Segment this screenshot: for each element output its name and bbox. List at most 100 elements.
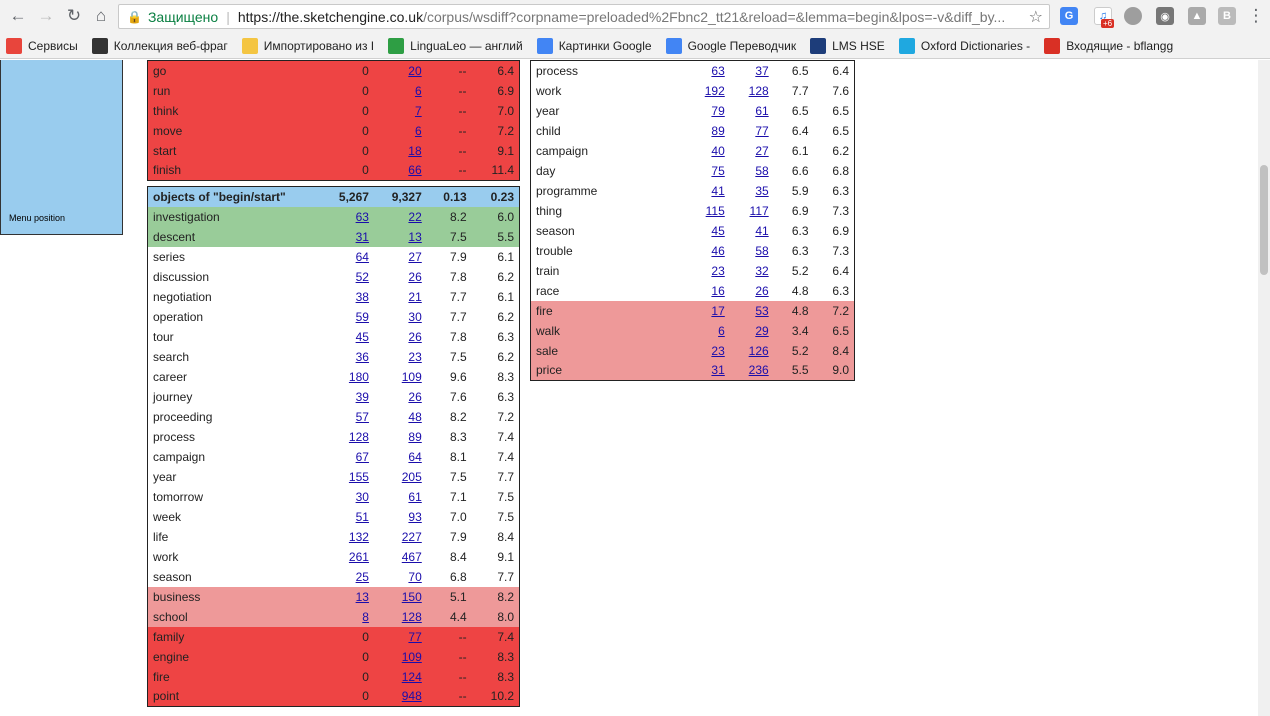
home-icon[interactable]: ⌂ — [89, 4, 113, 28]
freq-1-link[interactable]: 31 — [356, 230, 369, 244]
freq-1-link[interactable]: 59 — [356, 310, 369, 324]
freq-1-link[interactable]: 57 — [356, 410, 369, 424]
freq-2-link[interactable]: 7 — [415, 104, 422, 118]
freq-2-link[interactable]: 61 — [755, 104, 768, 118]
freq-2-link[interactable]: 205 — [402, 470, 422, 484]
freq-2-link[interactable]: 948 — [402, 689, 422, 703]
freq-1-link[interactable]: 30 — [356, 490, 369, 504]
freq-1-link[interactable]: 115 — [706, 204, 725, 218]
freq-2-link[interactable]: 26 — [408, 270, 421, 284]
freq-2-link[interactable]: 70 — [408, 570, 421, 584]
freq-1-link[interactable]: 63 — [356, 210, 369, 224]
freq-2-link[interactable]: 27 — [755, 144, 768, 158]
freq-2-link[interactable]: 77 — [755, 124, 768, 138]
freq-1-link[interactable]: 64 — [356, 250, 369, 264]
freq-1-link[interactable]: 17 — [711, 304, 724, 318]
bookmark-item[interactable]: Сервисы — [6, 37, 78, 54]
freq-2-link[interactable]: 124 — [402, 670, 422, 684]
freq-2-link[interactable]: 126 — [749, 344, 769, 358]
freq-2-link[interactable]: 41 — [755, 224, 768, 238]
eye-extension-icon[interactable]: ◉ — [1156, 7, 1174, 25]
bookmark-star-icon[interactable]: ☆ — [1029, 7, 1043, 27]
freq-1-link[interactable]: 39 — [356, 390, 369, 404]
freq-1-link[interactable]: 40 — [711, 144, 724, 158]
freq-1-link[interactable]: 192 — [705, 84, 725, 98]
freq-1-link[interactable]: 63 — [711, 64, 724, 78]
freq-1-link[interactable]: 79 — [711, 104, 724, 118]
page-scrollbar[interactable] — [1258, 60, 1270, 716]
circle-extension-icon[interactable] — [1124, 7, 1142, 25]
freq-1-link[interactable]: 52 — [356, 270, 369, 284]
freq-2-link[interactable]: 117 — [750, 204, 769, 218]
bookmark-item[interactable]: Картинки Google — [536, 37, 652, 54]
freq-2-link[interactable]: 236 — [749, 363, 769, 377]
freq-2-link[interactable]: 32 — [755, 264, 768, 278]
freq-2-link[interactable]: 37 — [755, 64, 768, 78]
freq-1-link[interactable]: 13 — [356, 590, 369, 604]
freq-2-link[interactable]: 29 — [755, 324, 768, 338]
bookmark-item[interactable]: LMS HSE — [810, 37, 885, 54]
menu-kebab-icon[interactable]: ⋮ — [1244, 4, 1268, 28]
freq-2-link[interactable]: 58 — [755, 244, 768, 258]
freq-1-link[interactable]: 89 — [711, 124, 724, 138]
freq-2-link[interactable]: 53 — [755, 304, 768, 318]
freq-1-link[interactable]: 8 — [362, 610, 369, 624]
freq-2-link[interactable]: 18 — [408, 144, 421, 158]
freq-1-link[interactable]: 38 — [356, 290, 369, 304]
freq-1-link[interactable]: 67 — [356, 450, 369, 464]
bookmark-item[interactable]: Google Переводчик — [665, 37, 796, 54]
freq-1-link[interactable]: 180 — [349, 370, 369, 384]
forward-icon[interactable]: → — [34, 4, 58, 28]
freq-1-link[interactable]: 155 — [349, 470, 369, 484]
back-icon[interactable]: ← — [6, 4, 30, 28]
bookmark-item[interactable]: Oxford Dictionaries - — [898, 37, 1030, 54]
freq-2-link[interactable]: 30 — [408, 310, 421, 324]
freq-2-link[interactable]: 128 — [749, 84, 769, 98]
freq-2-link[interactable]: 26 — [408, 390, 421, 404]
freq-1-link[interactable]: 45 — [711, 224, 724, 238]
menu-position-link[interactable]: Menu position — [9, 213, 65, 223]
freq-2-link[interactable]: 21 — [408, 290, 421, 304]
freq-1-link[interactable]: 16 — [711, 284, 724, 298]
freq-1-link[interactable]: 23 — [711, 264, 724, 278]
freq-1-link[interactable]: 46 — [711, 244, 724, 258]
freq-2-link[interactable]: 93 — [408, 510, 421, 524]
table-header-title[interactable]: objects of "begin/start" — [147, 186, 298, 207]
freq-2-link[interactable]: 48 — [408, 410, 421, 424]
freq-1-link[interactable]: 128 — [349, 430, 369, 444]
freq-2-link[interactable]: 109 — [402, 650, 422, 664]
pdf-extension-icon[interactable]: ▲ — [1188, 7, 1206, 25]
freq-2-link[interactable]: 467 — [402, 550, 422, 564]
freq-2-link[interactable]: 26 — [408, 330, 421, 344]
freq-2-link[interactable]: 27 — [408, 250, 421, 264]
freq-2-link[interactable]: 66 — [408, 163, 421, 177]
freq-1-link[interactable]: 31 — [711, 363, 724, 377]
vk-extension-icon[interactable]: B — [1218, 7, 1236, 25]
freq-2-link[interactable]: 13 — [408, 230, 421, 244]
freq-2-link[interactable]: 89 — [408, 430, 421, 444]
freq-2-link[interactable]: 6 — [415, 124, 422, 138]
freq-2-link[interactable]: 26 — [755, 284, 768, 298]
freq-1-link[interactable]: 132 — [349, 530, 369, 544]
freq-1-link[interactable]: 41 — [711, 184, 724, 198]
bookmark-item[interactable]: Импортировано из I — [241, 37, 374, 54]
freq-1-link[interactable]: 75 — [711, 164, 724, 178]
freq-2-link[interactable]: 227 — [402, 530, 422, 544]
bookmark-item[interactable]: LinguaLeo — англий — [388, 37, 523, 54]
freq-1-link[interactable]: 261 — [349, 550, 369, 564]
freq-2-link[interactable]: 61 — [408, 490, 421, 504]
freq-2-link[interactable]: 109 — [402, 370, 422, 384]
scrollbar-thumb[interactable] — [1260, 165, 1268, 275]
freq-2-link[interactable]: 77 — [408, 630, 421, 644]
freq-2-link[interactable]: 64 — [408, 450, 421, 464]
freq-2-link[interactable]: 20 — [408, 64, 421, 78]
freq-2-link[interactable]: 128 — [402, 610, 422, 624]
bookmark-item[interactable]: Коллекция веб-фраг — [91, 37, 228, 54]
freq-2-link[interactable]: 23 — [408, 350, 421, 364]
freq-1-link[interactable]: 6 — [718, 324, 725, 338]
address-bar[interactable]: 🔒 Защищено | https://the.sketchengine.co… — [118, 4, 1050, 29]
bookmark-item[interactable]: Входящие - bflangg — [1044, 37, 1173, 54]
freq-1-link[interactable]: 36 — [356, 350, 369, 364]
google-translate-extension-icon[interactable]: G — [1060, 7, 1078, 25]
freq-2-link[interactable]: 35 — [755, 184, 768, 198]
